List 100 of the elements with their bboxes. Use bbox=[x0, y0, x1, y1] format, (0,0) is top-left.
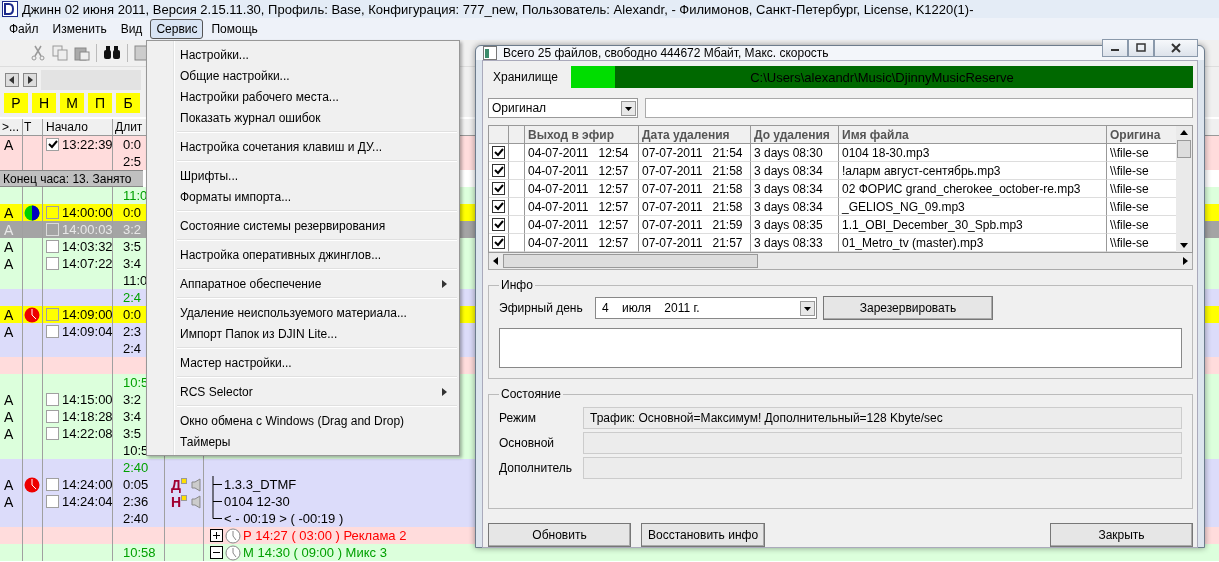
menu-item[interactable]: Шрифты... bbox=[147, 165, 459, 186]
planned-time: 10:58 bbox=[123, 545, 156, 560]
menu-item[interactable]: Настройки рабочего места... bbox=[147, 86, 459, 107]
duration: 3:4 bbox=[123, 409, 142, 424]
expander-icon[interactable] bbox=[210, 546, 223, 559]
flag-icon bbox=[181, 477, 187, 484]
menu-item[interactable]: Настройки... bbox=[147, 44, 459, 65]
day-button[interactable]: Б bbox=[116, 93, 140, 113]
table-cell: 04-07-2011 12:57 bbox=[525, 162, 639, 180]
table-cell: 07-07-2011 21:58 bbox=[639, 162, 751, 180]
day-button[interactable]: Н bbox=[32, 93, 56, 113]
checkbox[interactable] bbox=[492, 200, 505, 213]
type-code: A bbox=[4, 391, 14, 408]
checkbox[interactable] bbox=[46, 308, 59, 321]
binoculars-icon[interactable] bbox=[103, 45, 121, 61]
checkbox[interactable] bbox=[492, 218, 505, 231]
search-field[interactable] bbox=[645, 98, 1193, 118]
scroll-thumb[interactable] bbox=[503, 254, 758, 268]
checkbox[interactable] bbox=[492, 146, 505, 159]
menu-item[interactable]: Таймеры bbox=[147, 431, 459, 452]
tree-item[interactable]: < - 00:19 > ( -00:19 ) bbox=[224, 511, 344, 526]
checkbox[interactable] bbox=[492, 236, 505, 249]
duration: 0:0 bbox=[123, 307, 142, 322]
table-cell: 0104 18-30.mp3 bbox=[839, 144, 1107, 162]
table-cell: 07-07-2011 21:58 bbox=[639, 180, 751, 198]
menu-item[interactable]: Форматы импорта... bbox=[147, 186, 459, 207]
menu-item[interactable]: Аппаратное обеспечение bbox=[147, 273, 459, 294]
duration: 3:2 bbox=[123, 392, 142, 407]
checkbox[interactable] bbox=[46, 393, 59, 406]
reserve-button[interactable]: Зарезервировать bbox=[823, 296, 993, 320]
maximize-button[interactable] bbox=[1128, 39, 1154, 57]
type-code: A bbox=[4, 306, 14, 323]
menu-item[interactable]: Файл bbox=[3, 19, 45, 39]
day-button[interactable]: П bbox=[88, 93, 112, 113]
checkbox[interactable] bbox=[46, 240, 59, 253]
paste-icon[interactable] bbox=[74, 45, 90, 61]
menu-item[interactable]: Настройка сочетания клавиш и ДУ... bbox=[147, 136, 459, 157]
day-button[interactable]: М bbox=[60, 93, 84, 113]
menu-item[interactable]: Окно обмена с Windows (Drag and Drop) bbox=[147, 410, 459, 431]
type-code: A bbox=[4, 476, 14, 493]
checkbox[interactable] bbox=[46, 495, 59, 508]
menu-item[interactable]: Импорт Папок из DJIN Lite... bbox=[147, 323, 459, 344]
checkbox[interactable] bbox=[46, 257, 59, 270]
copy-icon[interactable] bbox=[52, 45, 68, 61]
previous-icon[interactable] bbox=[5, 73, 19, 87]
filter-dropdown[interactable]: Оригинал bbox=[488, 98, 638, 118]
menu-item[interactable]: Состояние системы резервирования bbox=[147, 215, 459, 236]
horizontal-scrollbar[interactable] bbox=[488, 253, 1193, 270]
column-header[interactable]: Дата удаления bbox=[639, 126, 751, 144]
checkbox[interactable] bbox=[46, 325, 59, 338]
checkbox[interactable] bbox=[492, 164, 505, 177]
table-cell: 1.1_OBI_December_30_Spb.mp3 bbox=[839, 216, 1107, 234]
duration: 3:5 bbox=[123, 426, 142, 441]
type-code: A bbox=[4, 425, 14, 442]
menu-item[interactable]: RCS Selector bbox=[147, 381, 459, 402]
dialog-button[interactable]: Восстановить инфо bbox=[641, 523, 765, 547]
tree-item[interactable]: 0104 12-30 bbox=[224, 494, 290, 509]
tree-item[interactable]: 1.3.3_DTMF bbox=[224, 477, 297, 492]
info-text-area[interactable] bbox=[499, 328, 1182, 368]
menu-item[interactable]: Настройка оперативных джинглов... bbox=[147, 244, 459, 265]
menu-item[interactable]: Помощь bbox=[205, 19, 264, 39]
menu-item[interactable]: Мастер настройки... bbox=[147, 352, 459, 373]
menu-item[interactable]: Удаление неиспользуемого материала... bbox=[147, 302, 459, 323]
column-header[interactable]: >... bbox=[0, 119, 23, 135]
checkbox[interactable] bbox=[46, 138, 59, 151]
duration: 3:5 bbox=[123, 239, 142, 254]
checkbox[interactable] bbox=[46, 206, 59, 219]
dialog-button[interactable]: Закрыть bbox=[1050, 523, 1193, 547]
minimize-button[interactable] bbox=[1102, 39, 1128, 57]
checkbox[interactable] bbox=[46, 478, 59, 491]
day-button[interactable]: Р bbox=[4, 93, 28, 113]
checkbox[interactable] bbox=[46, 427, 59, 440]
column-header[interactable]: Имя файла bbox=[839, 126, 1107, 144]
table-cell: 3 days 08:34 bbox=[751, 198, 839, 216]
menu-item[interactable]: Сервис bbox=[150, 19, 204, 39]
tag-letter: Д bbox=[171, 476, 181, 493]
scroll-thumb[interactable] bbox=[1177, 140, 1191, 158]
page-icon[interactable] bbox=[134, 45, 148, 61]
column-header[interactable]: До удаления bbox=[751, 126, 839, 144]
menu-item[interactable]: Вид bbox=[114, 19, 149, 39]
menu-item[interactable]: Общие настройки... bbox=[147, 65, 459, 86]
clock-icon bbox=[24, 306, 40, 323]
date-picker[interactable]: 4 июля 2011 г. bbox=[595, 297, 817, 319]
checkbox[interactable] bbox=[46, 410, 59, 423]
column-header[interactable]: Начало bbox=[43, 119, 113, 135]
table-cell: 07-07-2011 21:58 bbox=[639, 198, 751, 216]
next-icon[interactable] bbox=[23, 73, 37, 87]
expander-icon[interactable] bbox=[210, 529, 223, 542]
column-header[interactable]: Т bbox=[23, 119, 43, 135]
column-header[interactable]: Выход в эфир bbox=[525, 126, 639, 144]
menu-item[interactable]: Изменить bbox=[46, 19, 113, 39]
checkbox[interactable] bbox=[492, 182, 505, 195]
tag-letter: Н bbox=[171, 493, 182, 510]
start-time: 14:07:22 bbox=[62, 256, 113, 271]
duration: 0:05 bbox=[123, 477, 149, 492]
close-button[interactable] bbox=[1154, 39, 1198, 57]
table-cell: 3 days 08:34 bbox=[751, 180, 839, 198]
cut-icon[interactable] bbox=[30, 45, 46, 61]
vertical-scrollbar[interactable] bbox=[1176, 126, 1192, 252]
dialog-button[interactable]: Обновить bbox=[488, 523, 631, 547]
